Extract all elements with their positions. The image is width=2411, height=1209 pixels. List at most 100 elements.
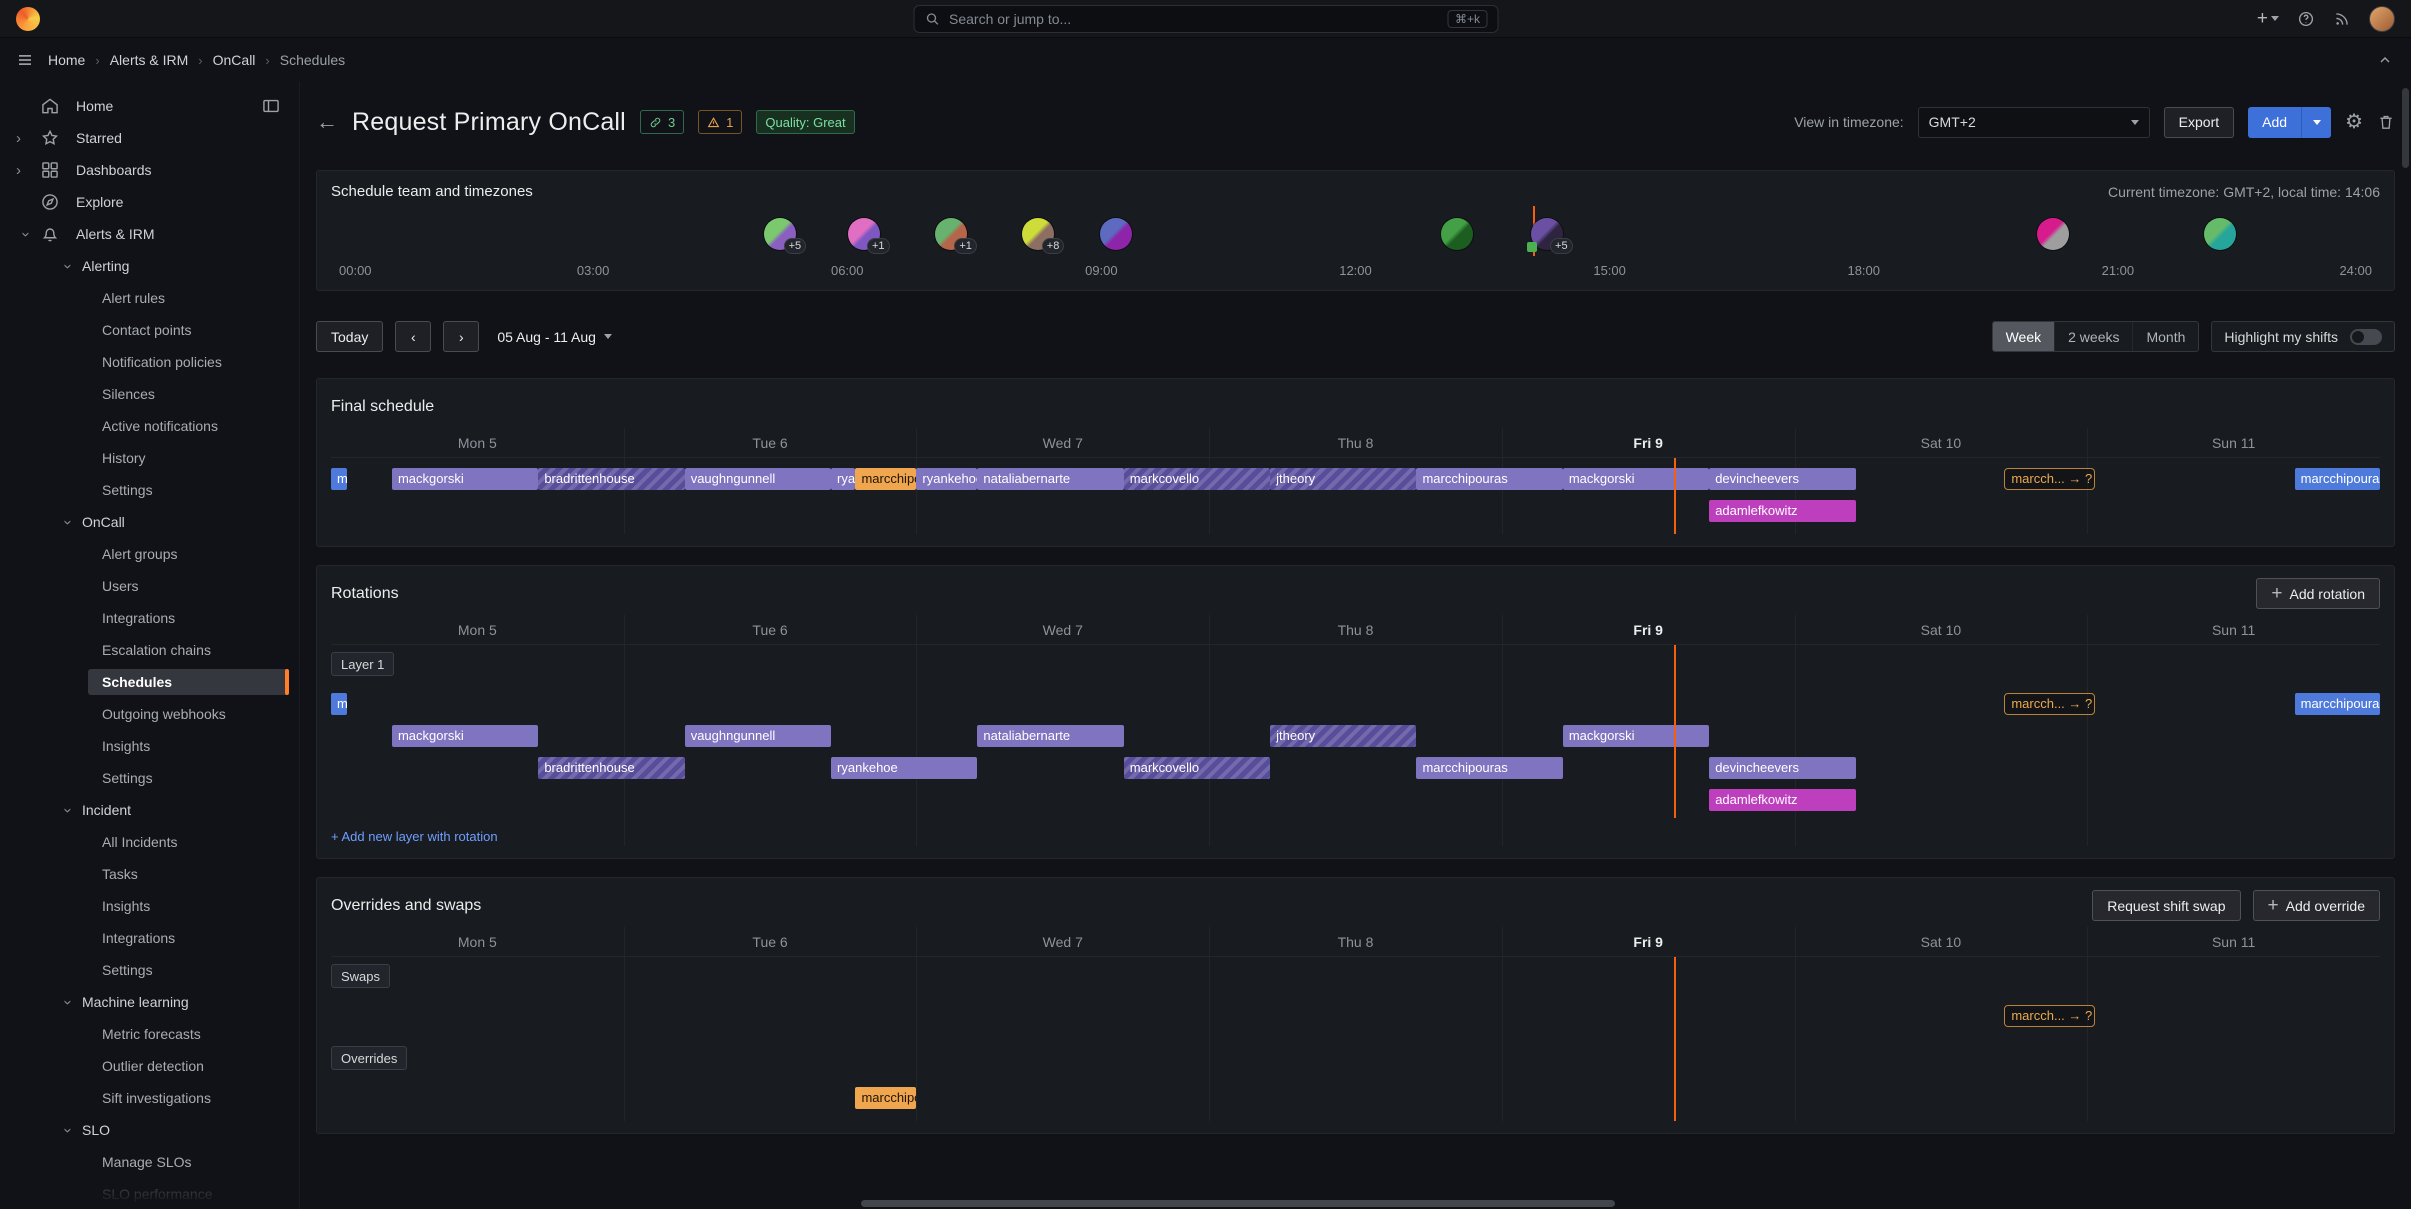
shift-bar[interactable]: marcchipouras <box>2295 693 2380 715</box>
sidebar-item-escalation-chains[interactable]: Escalation chains <box>0 634 299 666</box>
date-range-dropdown[interactable]: 05 Aug - 11 Aug <box>491 329 618 345</box>
sidebar-item-outlier-detection[interactable]: Outlier detection <box>0 1050 299 1082</box>
add-layer-link[interactable]: + Add new layer with rotation <box>331 829 498 844</box>
shift-bar[interactable]: markcovello <box>1124 468 1270 490</box>
user-avatar[interactable] <box>2204 218 2236 250</box>
sidebar-item-users[interactable]: Users <box>0 570 299 602</box>
help-icon[interactable] <box>2297 10 2315 28</box>
sidebar-item-sift-investigations[interactable]: Sift investigations <box>0 1082 299 1114</box>
settings-gear-icon[interactable]: ⚙ <box>2345 112 2363 132</box>
sidebar-item-history[interactable]: History <box>0 442 299 474</box>
user-avatar[interactable] <box>1441 218 1473 250</box>
add-button[interactable]: Add <box>2248 107 2301 138</box>
sidebar-item-settings[interactable]: Settings <box>0 954 299 986</box>
shift-bar[interactable]: vaughngunnell <box>685 725 831 747</box>
sidebar-item-machine-learning[interactable]: ›Machine learning <box>0 986 299 1018</box>
view-mode-2-weeks[interactable]: 2 weeks <box>2054 322 2132 351</box>
add-rotation-button[interactable]: +Add rotation <box>2256 578 2380 609</box>
sidebar-item-alert-groups[interactable]: Alert groups <box>0 538 299 570</box>
search-input[interactable]: Search or jump to... ⌘+k <box>913 5 1498 33</box>
shift-bar[interactable]: ryankehoe <box>916 468 977 490</box>
user-avatar[interactable]: +8 <box>1022 218 1054 250</box>
shift-bar[interactable]: mackgorski <box>1563 725 1709 747</box>
sidebar-item-insights[interactable]: Insights <box>0 730 299 762</box>
shift-bar[interactable]: nataliabernarte <box>977 725 1123 747</box>
sidebar-item-settings[interactable]: Settings <box>0 474 299 506</box>
highlight-shifts-toggle[interactable] <box>2350 329 2382 345</box>
shift-bar[interactable]: marcchipouras <box>331 693 347 715</box>
sidebar-item-manage-slos[interactable]: Manage SLOs <box>0 1146 299 1178</box>
view-mode-week[interactable]: Week <box>1993 322 2055 351</box>
shift-bar[interactable]: adamlefkowitz <box>1709 500 1855 522</box>
shift-bar[interactable]: bradrittenhouse <box>538 757 684 779</box>
sidebar-item-metric-forecasts[interactable]: Metric forecasts <box>0 1018 299 1050</box>
previous-week-button[interactable]: ‹ <box>395 321 431 352</box>
sidebar-item-active-notifications[interactable]: Active notifications <box>0 410 299 442</box>
user-avatar[interactable] <box>2369 6 2395 32</box>
sidebar-item-alert-rules[interactable]: Alert rules <box>0 282 299 314</box>
shift-bar[interactable]: marcchipouras <box>855 1087 916 1109</box>
sidebar-item-oncall[interactable]: ›OnCall <box>0 506 299 538</box>
breadcrumb-item-alerts-irm[interactable]: Alerts & IRM <box>110 52 189 68</box>
horizontal-scrollbar[interactable] <box>861 1200 1615 1207</box>
vertical-scrollbar[interactable] <box>2402 88 2409 168</box>
sidebar-item-integrations[interactable]: Integrations <box>0 602 299 634</box>
breadcrumb-item-home[interactable]: Home <box>48 52 85 68</box>
shift-bar[interactable]: ryankehoe <box>831 468 855 490</box>
dock-menu-icon[interactable] <box>261 96 281 116</box>
sidebar-item-tasks[interactable]: Tasks <box>0 858 299 890</box>
view-mode-month[interactable]: Month <box>2132 322 2198 351</box>
sidebar-item-slo-performance[interactable]: SLO performance <box>0 1178 299 1209</box>
sidebar-item-all-incidents[interactable]: All Incidents <box>0 826 299 858</box>
sidebar-item-outgoing-webhooks[interactable]: Outgoing webhooks <box>0 698 299 730</box>
sidebar-item-starred[interactable]: ›Starred <box>0 122 299 154</box>
sidebar-item-notification-policies[interactable]: Notification policies <box>0 346 299 378</box>
shift-bar[interactable]: marcchipouras <box>331 468 347 490</box>
sidebar-item-contact-points[interactable]: Contact points <box>0 314 299 346</box>
sidebar-item-integrations[interactable]: Integrations <box>0 922 299 954</box>
user-avatar[interactable]: +1 <box>848 218 880 250</box>
delete-trash-icon[interactable] <box>2377 113 2395 131</box>
today-button[interactable]: Today <box>316 321 383 352</box>
shift-bar[interactable]: adamlefkowitz <box>1709 789 1855 811</box>
shift-bar[interactable]: markcovello <box>1124 757 1270 779</box>
shift-bar[interactable]: mackgorski <box>392 468 538 490</box>
chevron-up-icon[interactable] <box>2377 52 2393 68</box>
shift-bar[interactable]: vaughngunnell <box>685 468 831 490</box>
add-override-button[interactable]: +Add override <box>2253 890 2381 921</box>
request-shift-swap-button[interactable]: Request shift swap <box>2092 890 2240 921</box>
shift-bar[interactable]: devincheevers <box>1709 757 1855 779</box>
user-avatar[interactable] <box>2037 218 2069 250</box>
shift-bar[interactable]: marcchipouras <box>855 468 916 490</box>
shift-bar[interactable]: mackgorski <box>392 725 538 747</box>
shift-bar[interactable]: marcchipouras <box>1416 757 1562 779</box>
news-rss-icon[interactable] <box>2333 10 2351 28</box>
shift-bar[interactable]: ryankehoe <box>831 757 977 779</box>
linked-escalations-badge[interactable]: 3 <box>640 110 684 134</box>
breadcrumb-item-oncall[interactable]: OnCall <box>213 52 256 68</box>
sidebar-item-silences[interactable]: Silences <box>0 378 299 410</box>
shift-bar[interactable]: jtheory <box>1270 468 1416 490</box>
shift-bar[interactable]: marcchipouras <box>1416 468 1562 490</box>
shift-bar[interactable]: mackgorski <box>1563 468 1709 490</box>
sidebar-item-insights[interactable]: Insights <box>0 890 299 922</box>
sidebar-item-dashboards[interactable]: ›Dashboards <box>0 154 299 186</box>
shift-swap-request[interactable]: marcch... → ? <box>2004 693 2094 715</box>
shift-bar[interactable]: nataliabernarte <box>977 468 1123 490</box>
user-avatar[interactable]: +1 <box>935 218 967 250</box>
export-button[interactable]: Export <box>2164 107 2234 138</box>
add-dropdown-button[interactable] <box>2301 107 2331 138</box>
menu-toggle-icon[interactable] <box>16 51 34 69</box>
quality-badge[interactable]: Quality: Great <box>756 110 854 134</box>
sidebar-item-settings[interactable]: Settings <box>0 762 299 794</box>
user-avatar[interactable]: +5 <box>1531 218 1563 250</box>
shift-bar[interactable]: marcchipouras <box>2295 468 2380 490</box>
sidebar-item-slo[interactable]: ›SLO <box>0 1114 299 1146</box>
next-week-button[interactable]: › <box>443 321 479 352</box>
shift-bar[interactable]: bradrittenhouse <box>538 468 684 490</box>
sidebar-item-home[interactable]: ›Home <box>0 90 299 122</box>
sidebar-item-explore[interactable]: ›Explore <box>0 186 299 218</box>
shift-swap-request[interactable]: marcch... → ? <box>2004 1005 2094 1027</box>
back-arrow-button[interactable]: ← <box>316 111 338 133</box>
sidebar-item-alerting[interactable]: ›Alerting <box>0 250 299 282</box>
